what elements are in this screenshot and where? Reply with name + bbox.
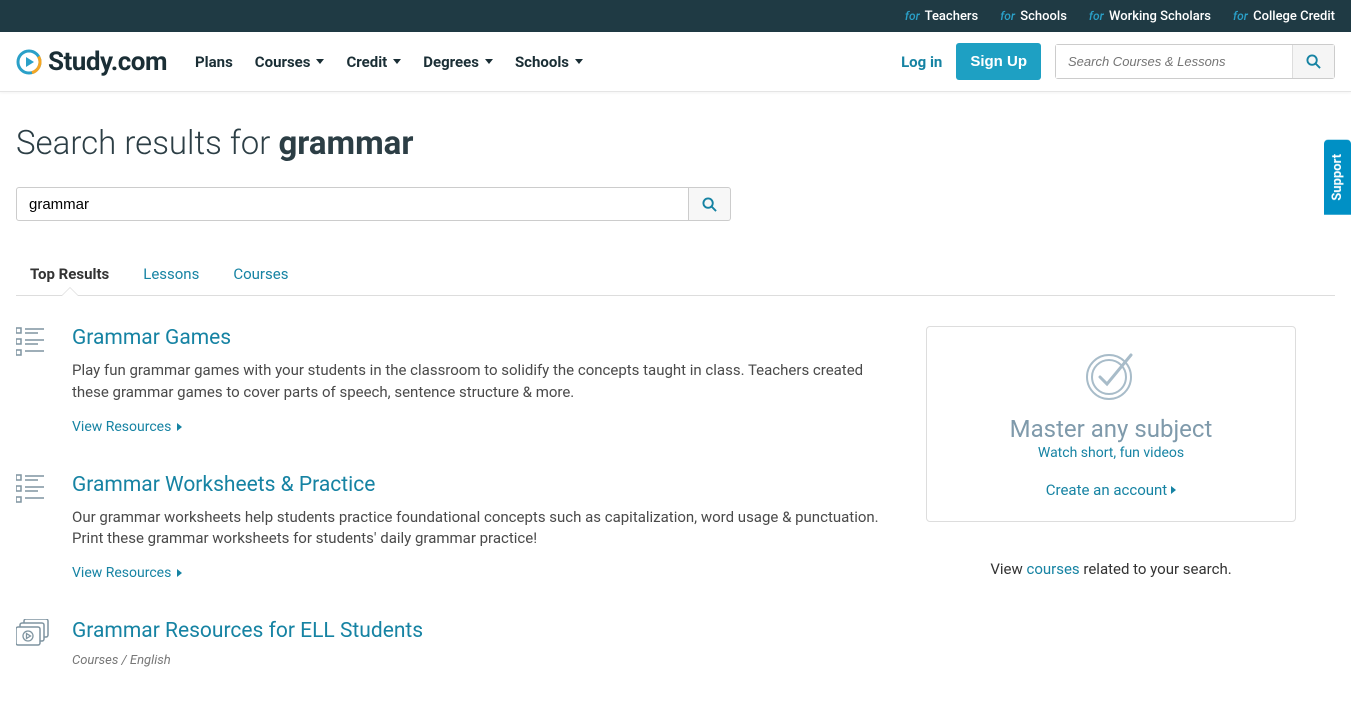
main-nav: Study.com Plans Courses Credit Degrees S… bbox=[0, 32, 1351, 92]
result-item: Grammar Resources for ELL Students Cours… bbox=[16, 619, 886, 668]
header-search bbox=[1055, 44, 1335, 79]
result-title[interactable]: Grammar Worksheets & Practice bbox=[72, 473, 886, 497]
results-column: Grammar Games Play fun grammar games wit… bbox=[16, 326, 886, 706]
list-icon bbox=[16, 473, 50, 582]
list-icon bbox=[16, 326, 50, 435]
nav-credit[interactable]: Credit bbox=[346, 53, 401, 71]
tab-lessons[interactable]: Lessons bbox=[143, 265, 199, 295]
logo-icon bbox=[16, 49, 42, 75]
caret-right-icon bbox=[1171, 486, 1176, 494]
body-columns: Grammar Games Play fun grammar games wit… bbox=[16, 326, 1335, 706]
promo-heading: Master any subject bbox=[949, 415, 1273, 443]
header-search-button[interactable] bbox=[1292, 45, 1334, 78]
related-courses-link[interactable]: courses bbox=[1026, 560, 1079, 578]
main-search-input[interactable] bbox=[16, 187, 689, 221]
search-icon bbox=[702, 197, 717, 212]
nav-plans[interactable]: Plans bbox=[195, 53, 233, 71]
result-description: Our grammar worksheets help students pra… bbox=[72, 507, 886, 551]
result-body: Grammar Games Play fun grammar games wit… bbox=[72, 326, 886, 435]
nav-right: Log in Sign Up bbox=[901, 43, 1335, 80]
checkmark-circle-icon bbox=[1083, 349, 1139, 401]
main-search-button[interactable] bbox=[689, 187, 731, 221]
top-utility-bar: for Teachers for Schools for Working Sch… bbox=[0, 0, 1351, 32]
result-title[interactable]: Grammar Resources for ELL Students bbox=[72, 619, 423, 643]
content: Search results for grammar Top Results L… bbox=[0, 92, 1351, 706]
tab-top-results[interactable]: Top Results bbox=[30, 265, 109, 295]
chevron-down-icon bbox=[575, 59, 583, 64]
view-resources-link[interactable]: View Resources bbox=[72, 419, 182, 435]
search-icon bbox=[1306, 54, 1321, 69]
topbar-teachers[interactable]: for Teachers bbox=[905, 9, 978, 24]
result-breadcrumb: Courses / English bbox=[72, 653, 423, 668]
topbar-working-scholars[interactable]: for Working Scholars bbox=[1089, 9, 1211, 24]
promo-subtitle: Watch short, fun videos bbox=[949, 445, 1273, 461]
logo[interactable]: Study.com bbox=[16, 47, 167, 77]
tab-courses[interactable]: Courses bbox=[233, 265, 288, 295]
result-item: Grammar Worksheets & Practice Our gramma… bbox=[16, 473, 886, 582]
chevron-down-icon bbox=[393, 59, 401, 64]
result-body: Grammar Resources for ELL Students Cours… bbox=[72, 619, 423, 668]
result-item: Grammar Games Play fun grammar games wit… bbox=[16, 326, 886, 435]
result-body: Grammar Worksheets & Practice Our gramma… bbox=[72, 473, 886, 582]
chevron-down-icon bbox=[316, 59, 324, 64]
nav-schools[interactable]: Schools bbox=[515, 53, 583, 71]
caret-right-icon bbox=[177, 569, 182, 577]
signup-button[interactable]: Sign Up bbox=[956, 43, 1041, 80]
related-text: View courses related to your search. bbox=[926, 560, 1296, 578]
results-tabs: Top Results Lessons Courses bbox=[16, 265, 1335, 296]
nav-links: Plans Courses Credit Degrees Schools bbox=[195, 53, 583, 71]
promo-card: Master any subject Watch short, fun vide… bbox=[926, 326, 1296, 522]
create-account-link[interactable]: Create an account bbox=[1046, 481, 1176, 499]
topbar-college-credit[interactable]: for College Credit bbox=[1233, 9, 1335, 24]
logo-text: Study.com bbox=[48, 47, 167, 77]
result-description: Play fun grammar games with your student… bbox=[72, 360, 886, 404]
result-title[interactable]: Grammar Games bbox=[72, 326, 886, 350]
nav-degrees[interactable]: Degrees bbox=[423, 53, 493, 71]
login-link[interactable]: Log in bbox=[901, 53, 942, 71]
chevron-down-icon bbox=[485, 59, 493, 64]
view-resources-link[interactable]: View Resources bbox=[72, 565, 182, 581]
support-tab[interactable]: Support bbox=[1324, 140, 1351, 215]
header-search-input[interactable] bbox=[1056, 45, 1292, 78]
nav-courses[interactable]: Courses bbox=[255, 53, 325, 71]
topbar-schools[interactable]: for Schools bbox=[1000, 9, 1067, 24]
page-title: Search results for grammar bbox=[16, 124, 1335, 163]
video-stack-icon bbox=[16, 619, 50, 668]
main-search bbox=[16, 187, 731, 221]
caret-right-icon bbox=[177, 423, 182, 431]
sidebar: Master any subject Watch short, fun vide… bbox=[926, 326, 1296, 706]
